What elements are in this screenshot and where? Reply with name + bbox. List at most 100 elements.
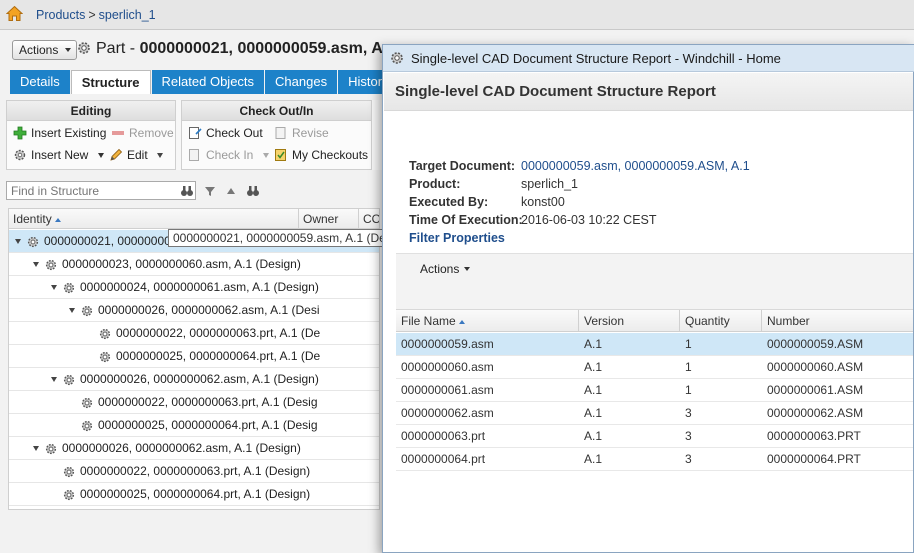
expand-toggle-icon[interactable] bbox=[15, 239, 21, 244]
pencil-icon bbox=[110, 148, 123, 161]
tab-related-objects[interactable]: Related Objects bbox=[151, 70, 265, 94]
expand-toggle-icon[interactable] bbox=[33, 262, 39, 267]
report-action-bar: Actions bbox=[396, 253, 913, 309]
remove-button[interactable]: Remove bbox=[111, 126, 174, 140]
report-header: Single-level CAD Document Structure Repo… bbox=[384, 73, 913, 111]
target-document-link[interactable]: 0000000059.asm, 0000000059.ASM, A.1 bbox=[521, 159, 750, 173]
gear-icon bbox=[63, 282, 75, 293]
new-part-icon bbox=[14, 149, 26, 161]
tree-row-label: 0000000022, 0000000063.prt, A.1 (Design) bbox=[80, 464, 311, 478]
column-quantity[interactable]: Quantity bbox=[680, 310, 762, 332]
cell-quantity: 3 bbox=[685, 452, 692, 466]
revise-button[interactable]: Revise bbox=[274, 126, 329, 140]
cell-quantity: 3 bbox=[685, 406, 692, 420]
column-identity[interactable]: Identity bbox=[9, 209, 299, 229]
tree-row[interactable]: 0000000025, 0000000064.prt, A.1 (Design) bbox=[9, 483, 379, 506]
structure-tree: Identity Owner CO 0000000021, 000000005 0… bbox=[8, 208, 380, 510]
column-co[interactable]: CO bbox=[359, 209, 379, 229]
table-row[interactable]: 0000000061.asm A.1 1 0000000061.ASM bbox=[396, 379, 913, 402]
expand-toggle-icon[interactable] bbox=[51, 285, 57, 290]
gear-icon bbox=[99, 328, 111, 339]
find-in-structure-input[interactable] bbox=[6, 181, 196, 200]
tree-row[interactable]: 0000000025, 0000000064.prt, A.1 (De bbox=[9, 345, 379, 368]
table-row[interactable]: 0000000059.asm A.1 1 0000000059.ASM bbox=[396, 333, 913, 356]
home-icon[interactable] bbox=[6, 5, 23, 22]
report-table: File Name Version Quantity Number 000000… bbox=[396, 309, 913, 552]
cell-version: A.1 bbox=[584, 452, 603, 466]
tree-row[interactable]: 0000000023, 0000000060.asm, A.1 (Design) bbox=[9, 253, 379, 276]
column-number[interactable]: Number bbox=[762, 310, 913, 332]
cell-number: 0000000063.PRT bbox=[767, 429, 861, 443]
expand-toggle-icon[interactable] bbox=[33, 446, 39, 451]
top-bar: Products > sperlich_1 bbox=[0, 0, 914, 30]
binoculars-icon[interactable] bbox=[246, 184, 260, 198]
actions-button[interactable]: Actions bbox=[12, 40, 78, 60]
tree-row-label: 0000000026, 0000000062.asm, A.1 (Desi bbox=[98, 303, 320, 317]
tab-structure[interactable]: Structure bbox=[70, 70, 151, 94]
check-out-icon bbox=[189, 127, 202, 139]
tree-row[interactable]: 0000000022, 0000000063.prt, A.1 (Desig bbox=[9, 391, 379, 414]
check-in-label: Check In bbox=[206, 148, 254, 162]
report-actions-label: Actions bbox=[420, 262, 460, 276]
product-value: sperlich_1 bbox=[521, 177, 578, 191]
breadcrumb-current[interactable]: sperlich_1 bbox=[99, 8, 156, 22]
chevron-down-icon bbox=[97, 153, 104, 158]
tree-row[interactable]: 0000000024, 0000000061.asm, A.1 (Design) bbox=[9, 276, 379, 299]
tree-row[interactable]: 0000000022, 0000000063.prt, A.1 (De bbox=[9, 322, 379, 345]
cell-version: A.1 bbox=[584, 406, 603, 420]
checkout-group-title: Check Out/In bbox=[182, 101, 371, 121]
table-row[interactable]: 0000000063.prt A.1 3 0000000063.PRT bbox=[396, 425, 913, 448]
tooltip: 0000000021, 0000000059.asm, A.1 (Design) bbox=[168, 229, 417, 247]
minus-icon bbox=[112, 131, 124, 135]
structure-toolbar: Editing Insert Existing Remove Insert Ne… bbox=[6, 100, 386, 170]
tree-row-label: 0000000023, 0000000060.asm, A.1 (Design) bbox=[62, 257, 301, 271]
report-actions-button[interactable]: Actions bbox=[420, 262, 471, 276]
chevron-down-icon bbox=[65, 48, 72, 52]
tab-changes[interactable]: Changes bbox=[265, 70, 338, 94]
column-owner[interactable]: Owner bbox=[299, 209, 359, 229]
expand-toggle-icon[interactable] bbox=[51, 377, 57, 382]
filter-icon[interactable] bbox=[203, 184, 217, 198]
tree-row-label: 0000000026, 0000000062.asm, A.1 (Design) bbox=[62, 441, 301, 455]
revise-icon bbox=[275, 127, 286, 139]
sort-icon[interactable] bbox=[224, 184, 238, 198]
tree-row[interactable]: 0000000025, 0000000064.prt, A.1 (Desig bbox=[9, 414, 379, 437]
insert-new-button[interactable]: Insert New bbox=[13, 148, 109, 162]
tree-row[interactable]: 0000000022, 0000000063.prt, A.1 (Design) bbox=[9, 460, 379, 483]
my-checkouts-button[interactable]: My Checkouts bbox=[274, 148, 368, 162]
tree-row[interactable]: 0000000026, 0000000062.asm, A.1 (Desi bbox=[9, 299, 379, 322]
sort-ascending-icon bbox=[458, 320, 465, 324]
chevron-down-icon bbox=[464, 267, 471, 271]
tab-bar: Details Structure Related Objects Change… bbox=[10, 70, 400, 94]
binoculars-icon[interactable] bbox=[180, 184, 194, 198]
breadcrumb-products[interactable]: Products bbox=[36, 8, 85, 22]
filter-properties-link[interactable]: Filter Properties bbox=[409, 231, 505, 245]
gear-icon bbox=[63, 374, 75, 385]
column-version[interactable]: Version bbox=[579, 310, 680, 332]
check-out-button[interactable]: Check Out bbox=[188, 126, 263, 140]
check-in-button[interactable]: Check In bbox=[188, 148, 274, 162]
table-row[interactable]: 0000000060.asm A.1 1 0000000060.ASM bbox=[396, 356, 913, 379]
table-row[interactable]: 0000000064.prt A.1 3 0000000064.PRT bbox=[396, 448, 913, 471]
chevron-down-icon bbox=[262, 153, 269, 158]
column-file-name[interactable]: File Name bbox=[396, 310, 579, 332]
cell-number: 0000000064.PRT bbox=[767, 452, 861, 466]
expand-toggle-icon[interactable] bbox=[69, 308, 75, 313]
tree-row-label: 0000000025, 0000000064.prt, A.1 (Design) bbox=[80, 487, 311, 501]
window-title: Single-level CAD Document Structure Repo… bbox=[411, 51, 781, 66]
tree-row-label: 0000000025, 0000000064.prt, A.1 (Desig bbox=[98, 418, 318, 432]
table-row[interactable]: 0000000062.asm A.1 3 0000000062.ASM bbox=[396, 402, 913, 425]
tree-row[interactable]: 0000000026, 0000000062.asm, A.1 (Design) bbox=[9, 368, 379, 391]
insert-existing-button[interactable]: Insert Existing bbox=[13, 126, 106, 140]
tree-row-label: 0000000021, 000000005 bbox=[44, 234, 178, 248]
report-table-header: File Name Version Quantity Number bbox=[396, 310, 913, 332]
report-title: Single-level CAD Document Structure Repo… bbox=[395, 83, 716, 100]
tree-row[interactable]: 0000000026, 0000000062.asm, A.1 (Design) bbox=[9, 437, 379, 460]
window-title-bar: Single-level CAD Document Structure Repo… bbox=[383, 45, 914, 72]
cell-number: 0000000061.ASM bbox=[767, 383, 864, 397]
report-window: Single-level CAD Document Structure Repo… bbox=[382, 44, 914, 553]
cell-file-name: 0000000063.prt bbox=[401, 429, 486, 443]
edit-button[interactable]: Edit bbox=[109, 148, 168, 162]
edit-label: Edit bbox=[127, 148, 148, 162]
tab-details[interactable]: Details bbox=[10, 70, 70, 94]
